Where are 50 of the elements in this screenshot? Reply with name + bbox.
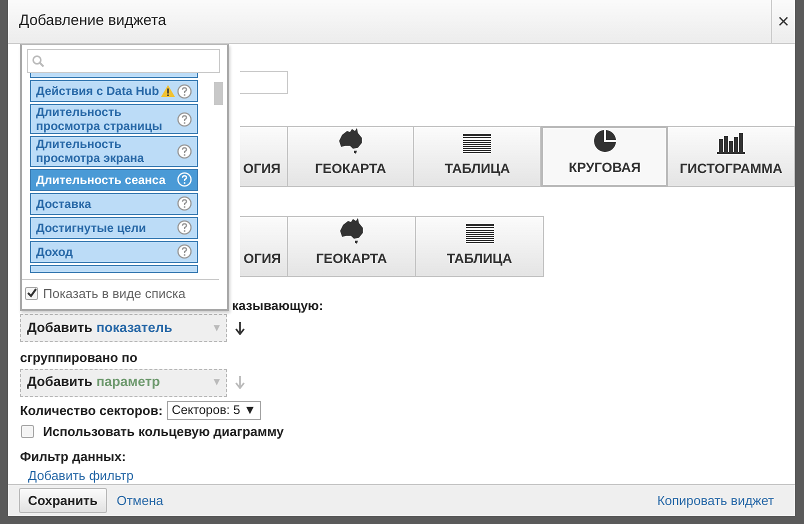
list-item[interactable]: Длительность просмотра экрана [30, 136, 198, 166]
search-icon [32, 55, 44, 67]
checkbox[interactable] [21, 425, 34, 438]
close-button[interactable]: × [771, 0, 795, 44]
metric-selector[interactable]: Добавить показатель ▾ [20, 314, 227, 342]
name-field[interactable] [240, 71, 288, 94]
chart-type-button[interactable]: ОГИЯ [240, 126, 288, 187]
save-button[interactable]: Сохранить [19, 488, 107, 514]
help-icon [177, 196, 192, 211]
chart-type-button[interactable]: КРУГОВАЯ [541, 126, 668, 187]
list-item[interactable]: Достигнутые цели [30, 216, 198, 238]
add-filter-link[interactable]: Добавить фильтр [28, 468, 134, 483]
checkbox-label: Показать в виде списка [43, 284, 186, 303]
chart-type-button[interactable]: ОГИЯ [240, 216, 288, 277]
bar-chart-icon [717, 132, 746, 154]
help-icon [177, 220, 192, 235]
list-item[interactable] [30, 73, 198, 78]
cancel-link[interactable]: Отмена [116, 490, 164, 510]
window-title: Добавление виджета [19, 11, 166, 32]
table-icon [466, 224, 494, 244]
help-icon [177, 172, 192, 187]
help-icon [177, 144, 192, 159]
help-icon [177, 112, 192, 127]
chart-type-button[interactable]: ТАБЛИЦА [416, 216, 544, 277]
checkbox[interactable] [25, 286, 38, 300]
list-item[interactable]: Действия с Data Hub [30, 80, 198, 102]
sectors-select[interactable]: Секторов: 5 ▼ [166, 400, 262, 420]
map-icon [338, 217, 364, 244]
field-label: казывающую: [232, 297, 324, 313]
check-icon [26, 288, 36, 298]
map-icon [338, 127, 364, 154]
help-icon [177, 244, 192, 259]
copy-widget-link[interactable]: Копировать виджет [657, 490, 774, 510]
field-label: Фильтр данных: [20, 448, 127, 466]
pie-chart-icon [592, 128, 617, 153]
help-icon [177, 84, 192, 98]
list-item[interactable]: Длительность просмотра страницы [30, 104, 198, 134]
search-field[interactable] [27, 49, 220, 73]
chart-type-button[interactable]: ТАБЛИЦА [414, 126, 542, 187]
checkbox-label: Использовать кольцевую диаграмму [43, 423, 284, 441]
field-label: сгруппировано по [20, 349, 138, 367]
scrollbar-thumb[interactable] [214, 82, 223, 105]
field-label: Количество секторов: [20, 402, 163, 420]
chart-type-button[interactable]: ГЕОКАРТА [288, 216, 416, 277]
list-item[interactable] [30, 264, 198, 272]
list-item[interactable]: Доход [30, 240, 198, 262]
chart-type-button[interactable]: ГИСТОГРАММА [668, 126, 795, 187]
chart-type-button[interactable]: ГЕОКАРТА [288, 126, 414, 187]
list-item[interactable]: Доставка [30, 192, 198, 214]
table-icon [463, 134, 492, 154]
